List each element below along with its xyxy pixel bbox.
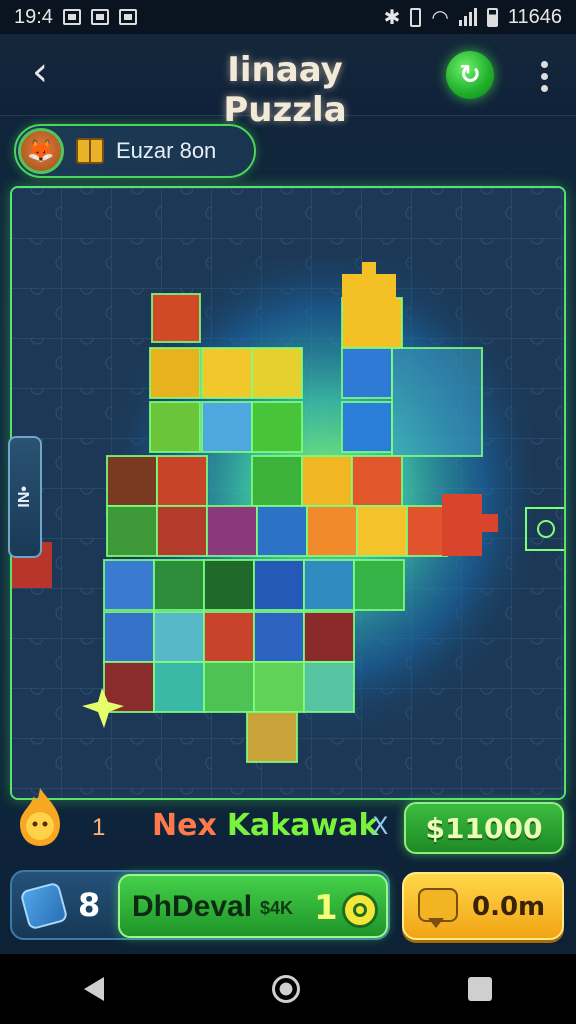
- next-label-a: Nex: [152, 808, 217, 843]
- side-tab-label: IN•: [16, 486, 33, 508]
- book-icon: [76, 138, 104, 164]
- next-count: 1: [92, 814, 106, 841]
- refresh-icon[interactable]: ↻: [446, 51, 494, 99]
- next-label-b: Kakawak: [226, 808, 379, 843]
- puzzle-board[interactable]: [10, 186, 566, 800]
- battery-icon: [486, 7, 498, 27]
- wifi-icon: ◠: [431, 6, 449, 29]
- game-screen: 19:4 ✱ ◠ 11646 ‹ Iinaay Puzzla ↻ 🦊 Euzar…: [0, 0, 576, 1024]
- notification-icon: [90, 9, 109, 25]
- notification-icon: [62, 9, 81, 25]
- deal-small: $4K: [260, 898, 294, 918]
- nav-back-icon[interactable]: [84, 977, 104, 1001]
- signal-icon: [458, 8, 477, 26]
- vibrate-icon: [410, 7, 422, 27]
- deal-value: 1: [314, 888, 338, 928]
- status-time: 19:4: [14, 5, 53, 28]
- header-bar: ‹ Iinaay Puzzla ↻: [0, 34, 576, 130]
- page-title: Iinaay Puzzla: [223, 50, 347, 130]
- notification-icon: [118, 9, 137, 25]
- status-right-text: 11646: [507, 5, 562, 28]
- puzzle-board-art[interactable]: [12, 188, 566, 800]
- card-icon[interactable]: [19, 881, 69, 931]
- avatar: 🦊: [18, 128, 64, 174]
- chat-icon: [418, 888, 458, 928]
- next-label: Nex Kakawak: [152, 808, 378, 843]
- player-pill[interactable]: 🦊 Euzar 8on: [14, 124, 256, 178]
- action-count: 8: [78, 886, 101, 924]
- nav-home-icon[interactable]: [272, 975, 300, 1003]
- side-tab[interactable]: IN•: [8, 436, 42, 558]
- chat-button[interactable]: 0.0m: [402, 872, 564, 940]
- clock-icon: [342, 892, 378, 928]
- bluetooth-icon: ✱: [383, 6, 401, 29]
- more-vertical-icon[interactable]: [526, 56, 562, 96]
- close-icon[interactable]: X: [372, 812, 388, 840]
- action-bar: 8 DhDeval $4K 1: [10, 870, 390, 940]
- deal-button[interactable]: DhDeval $4K 1: [118, 874, 388, 938]
- system-nav-bar: [0, 954, 576, 1024]
- price-button[interactable]: $11000: [404, 802, 564, 854]
- nav-recents-icon[interactable]: [468, 977, 492, 1001]
- player-name: Euzar 8on: [116, 138, 217, 163]
- chat-button-label: 0.0m: [472, 892, 546, 922]
- flame-icon: [20, 788, 60, 846]
- deal-label: DhDeval: [132, 890, 253, 923]
- status-bar: 19:4 ✱ ◠ 11646: [0, 0, 576, 34]
- back-arrow-icon[interactable]: ‹: [20, 52, 60, 96]
